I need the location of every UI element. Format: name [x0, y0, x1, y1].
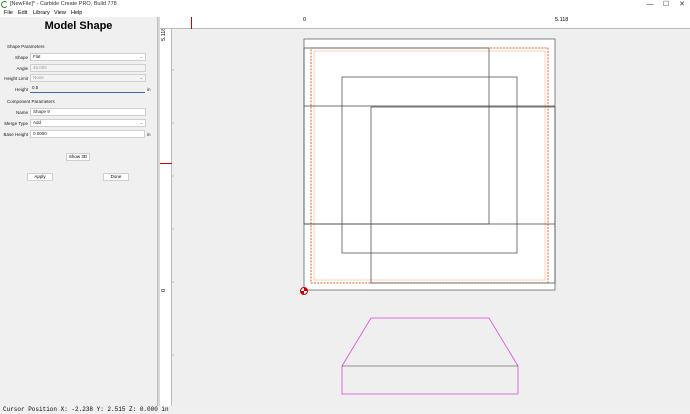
panel-title: Model Shape: [44, 20, 113, 32]
name-field[interactable]: Shape 9: [30, 108, 146, 116]
minimize-button[interactable]: —: [642, 0, 658, 10]
horizontal-ruler: 0 5.118: [160, 17, 690, 29]
merge-type-value: Add: [33, 120, 42, 125]
height-field[interactable]: 0.5: [30, 85, 145, 93]
menu-help[interactable]: Help: [71, 10, 82, 17]
title-bar: [NewFile]* - Carbide Create PRO, Build 7…: [0, 0, 690, 10]
ruler-cursor-marker-x: [191, 17, 192, 29]
angle-field[interactable]: 45.000: [30, 64, 146, 72]
window-title: [NewFile]* - Carbide Create PRO, Build 7…: [10, 1, 117, 7]
ruler-cursor-marker-y: [160, 163, 172, 164]
component-parameters-heading: Component Parameters: [7, 99, 55, 104]
chevron-down-icon: ⌄: [139, 120, 143, 125]
merge-type-label: Merge Type: [4, 121, 28, 126]
menu-library[interactable]: Library: [33, 10, 50, 17]
ruler-top-zero: 0: [303, 17, 307, 23]
design-canvas[interactable]: [172, 30, 690, 406]
menu-edit[interactable]: Edit: [18, 10, 27, 17]
height-unit: in: [147, 87, 151, 92]
base-height-label: Base Height: [3, 132, 28, 137]
apply-button[interactable]: Apply: [27, 173, 53, 181]
merge-type-select[interactable]: Add ⌄: [30, 119, 146, 127]
origin-marker-icon: [300, 287, 308, 295]
status-bar: Cursor Position X: -2.238 Y: 2.515 Z: 0.…: [0, 406, 690, 414]
ruler-top-mark: 5.118: [555, 17, 569, 23]
base-height-unit: in: [147, 132, 151, 137]
show-3d-button[interactable]: Show 3D: [66, 153, 90, 161]
menu-bar: File Edit Library View Help: [0, 10, 690, 17]
profile-preview: [341, 317, 519, 395]
canvas-drawing: [172, 38, 556, 395]
shape-select[interactable]: Flat ⌄: [30, 53, 146, 61]
close-button[interactable]: ✕: [674, 0, 690, 10]
height-label: Height: [14, 87, 28, 92]
name-label: Name: [15, 110, 28, 115]
menu-file[interactable]: File: [4, 10, 13, 17]
done-button[interactable]: Done: [103, 173, 129, 181]
chevron-down-icon: ⌄: [139, 75, 143, 80]
model-shape-panel: Model Shape Shape Parameters Shape Flat …: [0, 17, 157, 406]
base-height-field[interactable]: 0.0000: [30, 130, 145, 138]
carbide-create-icon: [1, 1, 8, 8]
shape-label: Shape: [14, 55, 28, 60]
ruler-left-zero: 0: [161, 288, 167, 292]
ruler-left-mark: 5.118: [161, 27, 167, 41]
vertical-ruler: 5.118 0: [160, 17, 172, 406]
height-limit-select[interactable]: None ⌄: [30, 74, 146, 82]
shape-select-value: Flat: [33, 54, 41, 59]
cursor-position-readout: Cursor Position X: -2.238 Y: 2.515 Z: 0.…: [3, 406, 169, 413]
menu-view[interactable]: View: [54, 10, 66, 17]
maximize-button[interactable]: ☐: [658, 0, 674, 10]
angle-label: Angle: [16, 66, 28, 71]
height-limit-value: None: [33, 75, 44, 80]
chevron-down-icon: ⌄: [139, 54, 143, 59]
height-limit-label: Height Limit: [4, 76, 28, 81]
shape-parameters-heading: Shape Parameters: [7, 44, 45, 49]
